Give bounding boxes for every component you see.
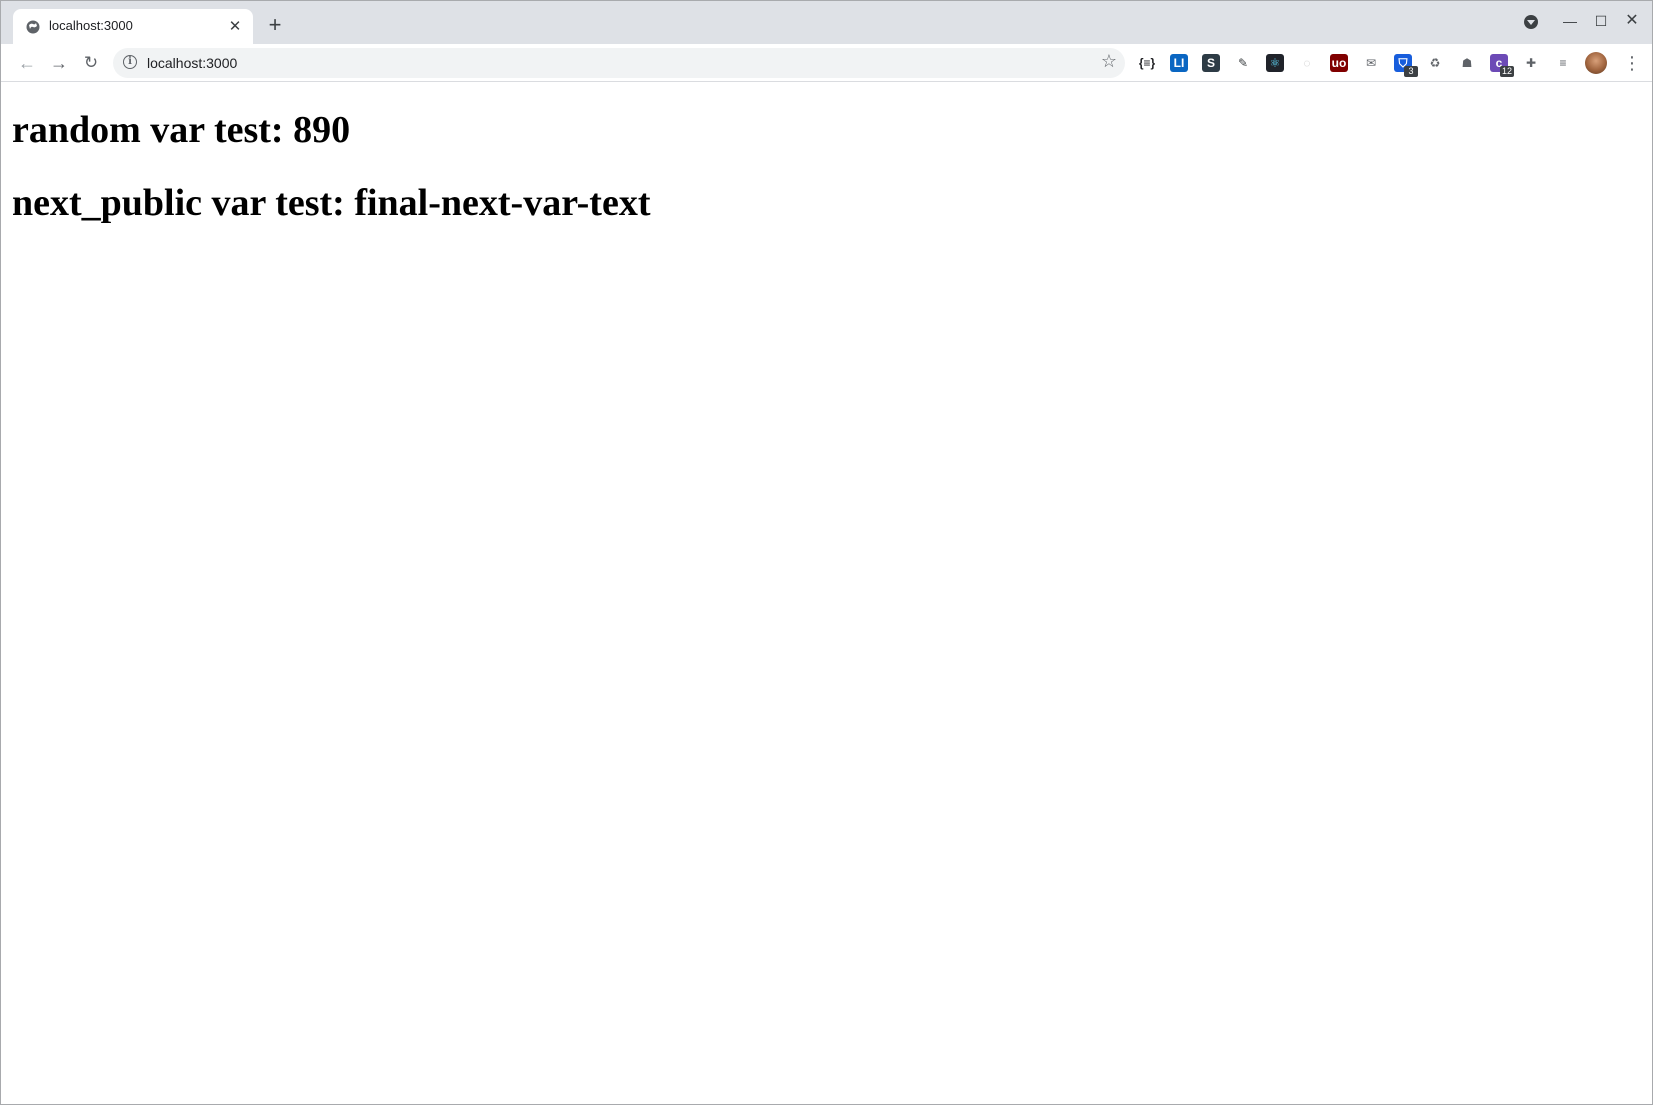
dropper-extension-icon[interactable]: ✎ [1234, 54, 1252, 72]
tab-search-button[interactable] [1520, 10, 1542, 32]
li-extension-label: LI [1173, 56, 1185, 70]
next-public-var-heading: next_public var test: final-next-var-tex… [12, 182, 651, 224]
forward-button[interactable]: → [46, 50, 72, 76]
circle-extension-label: ◌ [1303, 56, 1311, 70]
browser-menu-button[interactable]: ⋮ [1621, 52, 1643, 74]
ublock-icon[interactable]: uo [1330, 54, 1348, 72]
random-var-heading: random var test: 890 [12, 109, 351, 151]
bookmark-star-icon[interactable]: ☆ [1101, 51, 1117, 72]
address-bar[interactable]: i localhost:3000 ☆ [113, 48, 1125, 78]
back-button[interactable]: ← [14, 50, 40, 76]
page-content: random var test: 890 next_public var tes… [1, 82, 1652, 1104]
puzzle-extensions-icon[interactable]: ✚ [1522, 54, 1540, 72]
hat-extension-icon[interactable]: ☗ [1458, 54, 1476, 72]
handshake-extension-label: ♻ [1429, 56, 1441, 70]
reading-list-label: ≡ [1559, 56, 1567, 70]
reload-button[interactable]: ↻ [78, 50, 104, 76]
extension-badge: 12 [1499, 66, 1514, 77]
window-close-button[interactable]: ✕ [1621, 10, 1643, 32]
dropper-extension-label: ✎ [1237, 56, 1249, 70]
browser-toolbar: ← → ↻ i localhost:3000 ☆ {≡} LI S ✎ ⚛ ◌ uo ✉ ⛉ 3 ♻… [1, 44, 1652, 82]
react-devtools-icon[interactable]: ⚛ [1266, 54, 1284, 72]
s-extension-icon[interactable]: S [1202, 54, 1220, 72]
tab-search-icon [1524, 15, 1538, 29]
json-viewer-label: {≡} [1138, 56, 1156, 70]
handshake-extension-icon[interactable]: ♻ [1426, 54, 1444, 72]
li-extension-icon[interactable]: LI [1170, 54, 1188, 72]
profile-avatar[interactable] [1585, 52, 1607, 74]
hat-extension-label: ☗ [1461, 56, 1473, 70]
globe-icon [26, 20, 40, 34]
tab-close-icon[interactable]: ✕ [225, 17, 245, 37]
tab-title: localhost:3000 [49, 18, 133, 33]
puzzle-extensions-label: ✚ [1525, 56, 1537, 70]
ublock-label: uo [1331, 56, 1347, 70]
address-url[interactable]: localhost:3000 [147, 55, 237, 71]
tab-strip: localhost:3000 ✕ + — ☐ ✕ [1, 1, 1652, 44]
purple-extension-icon[interactable]: c 12 [1490, 54, 1514, 77]
window-minimize-button[interactable]: — [1559, 10, 1581, 32]
reading-list-icon[interactable]: ≡ [1554, 54, 1572, 72]
json-viewer-icon[interactable]: {≡} [1138, 54, 1156, 72]
circle-extension-icon[interactable]: ◌ [1298, 54, 1316, 72]
s-extension-label: S [1206, 56, 1215, 70]
extension-badge: 3 [1404, 66, 1418, 77]
new-tab-button[interactable]: + [263, 14, 287, 38]
bitwarden-icon[interactable]: ⛉ 3 [1394, 54, 1418, 77]
site-info-icon[interactable]: i [123, 55, 137, 69]
mail-extension-icon[interactable]: ✉ [1362, 54, 1380, 72]
react-devtools-label: ⚛ [1269, 56, 1281, 70]
browser-window: localhost:3000 ✕ + — ☐ ✕ ← → ↻ i localho… [0, 0, 1653, 1105]
window-maximize-button[interactable]: ☐ [1590, 10, 1612, 32]
tab-localhost[interactable]: localhost:3000 ✕ [13, 9, 253, 44]
mail-extension-label: ✉ [1365, 56, 1377, 70]
